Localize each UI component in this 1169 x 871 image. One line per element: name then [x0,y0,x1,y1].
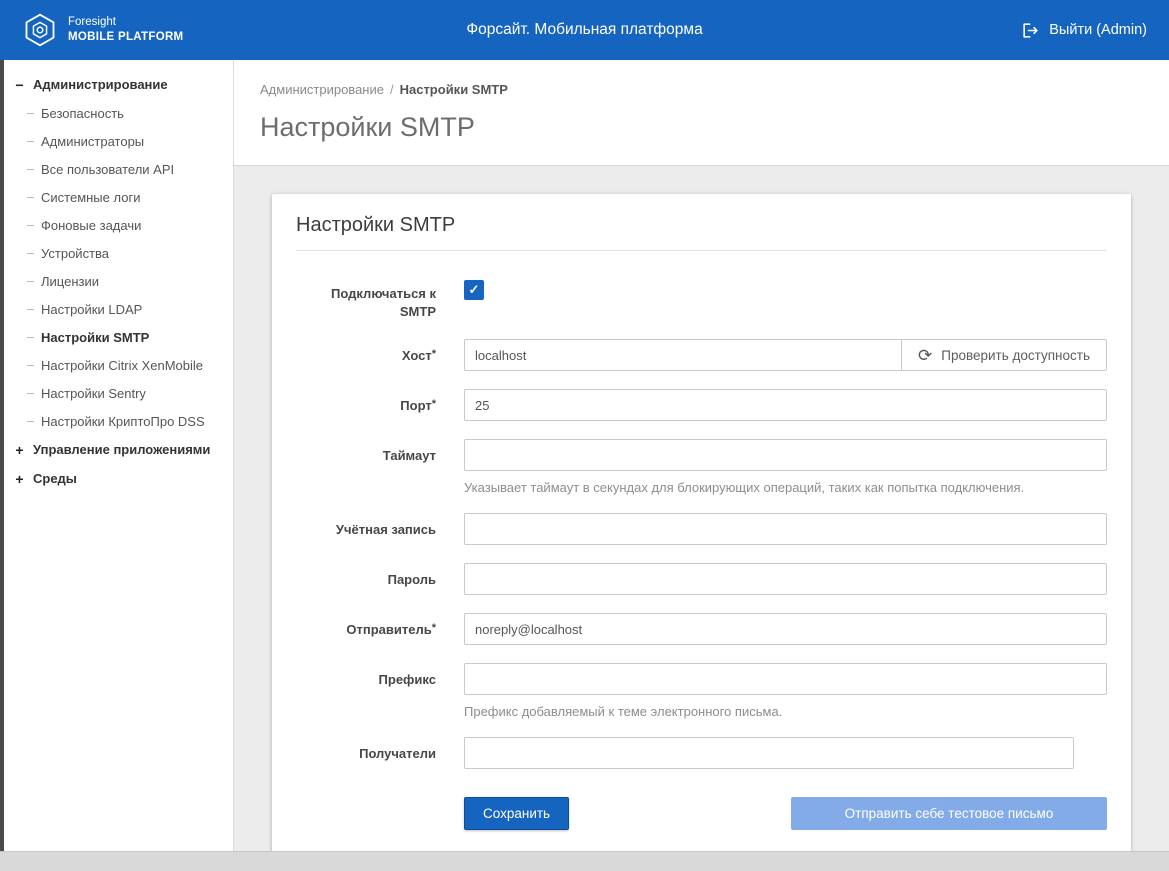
expand-icon[interactable]: + [14,472,25,486]
prefix-label: Префикс [296,663,436,719]
sidebar-item-devices[interactable]: Устройства [6,239,233,267]
recipients-label: Получатели [296,737,436,769]
sender-label: Отправитель* [296,613,436,645]
timeout-help-text: Указывает таймаут в секундах для блокиру… [464,480,1107,495]
host-label: Хост* [296,339,436,371]
sidebar-item-background-tasks[interactable]: Фоновые задачи [6,211,233,239]
sidebar-section-label: Управление приложениями [33,442,210,457]
account-input[interactable] [464,513,1107,545]
tree-dash-icon [27,421,34,422]
vertical-scrollbar[interactable] [0,60,4,851]
check-availability-button[interactable]: ⟳ Проверить доступность [901,339,1107,371]
smtp-settings-card: Настройки SMTP Подключаться к SMTP ✓ [272,194,1131,851]
sidebar-item-sentry-settings[interactable]: Настройки Sentry [6,379,233,407]
tree-dash-icon [27,113,34,114]
timeout-label: Таймаут [296,439,436,495]
form-actions: Сохранить Отправить себе тестовое письмо [464,797,1107,830]
prefix-input[interactable] [464,663,1107,695]
send-test-email-button[interactable]: Отправить себе тестовое письмо [791,797,1107,830]
required-mark: * [432,348,436,360]
sidebar-section-app-management[interactable]: + Управление приложениями [6,435,233,464]
sidebar-section-environments[interactable]: + Среды [6,464,233,493]
check-availability-label: Проверить доступность [941,348,1090,363]
form-row-host: Хост* ⟳ Проверить доступность [296,339,1107,371]
breadcrumb-separator: / [390,82,394,97]
app-header: Foresight MOBILE PLATFORM Форсайт. Мобил… [0,0,1169,60]
sidebar-item-system-logs[interactable]: Системные логи [6,183,233,211]
port-label: Порт* [296,389,436,421]
connect-smtp-checkbox[interactable]: ✓ [464,280,484,300]
sidebar-item-api-users[interactable]: Все пользователи API [6,155,233,183]
refresh-icon: ⟳ [918,347,932,364]
logo-title: Foresight [68,15,183,30]
password-label: Пароль [296,563,436,595]
collapse-icon[interactable]: − [14,78,25,92]
prefix-help-text: Префикс добавляемый к теме электронного … [464,704,1107,719]
port-input[interactable] [464,389,1107,421]
page-title: Настройки SMTP [260,112,1143,143]
sidebar-item-cryptopro-dss-settings[interactable]: Настройки КриптоПро DSS [6,407,233,435]
logo-subtitle: MOBILE PLATFORM [68,30,183,45]
logo-text: Foresight MOBILE PLATFORM [68,15,183,45]
password-input[interactable] [464,563,1107,595]
sidebar-section-label: Администрирование [33,77,168,92]
tree-dash-icon [27,169,34,170]
tree-dash-icon [27,337,34,338]
account-label: Учётная запись [296,513,436,545]
sidebar-item-licenses[interactable]: Лицензии [6,267,233,295]
tree-dash-icon [27,393,34,394]
sidebar-item-administrators[interactable]: Администраторы [6,127,233,155]
sidebar: − Администрирование Безопасность Админис… [0,60,234,851]
form-row-prefix: Префикс Префикс добавляемый к теме элект… [296,663,1107,719]
connect-smtp-label: Подключаться к SMTP [296,277,436,321]
recipients-input[interactable] [464,737,1074,769]
sender-input[interactable] [464,613,1107,645]
breadcrumb-current: Настройки SMTP [400,82,508,97]
horizontal-scrollbar[interactable] [0,851,1169,871]
form-row-password: Пароль [296,563,1107,595]
timeout-input[interactable] [464,439,1107,471]
page-header: Администрирование / Настройки SMTP Настрой… [234,60,1169,166]
save-button[interactable]: Сохранить [464,797,569,830]
tree-dash-icon [27,225,34,226]
form-row-port: Порт* [296,389,1107,421]
breadcrumb-parent[interactable]: Администрирование [260,82,384,97]
tree-dash-icon [27,197,34,198]
tree-dash-icon [27,281,34,282]
tree-dash-icon [27,253,34,254]
sidebar-item-citrix-xenmobile-settings[interactable]: Настройки Citrix XenMobile [6,351,233,379]
form-row-timeout: Таймаут Указывает таймаут в секундах для… [296,439,1107,495]
form-row-account: Учётная запись [296,513,1107,545]
tree-dash-icon [27,365,34,366]
checkmark-icon: ✓ [469,282,480,298]
sidebar-section-label: Среды [33,471,77,486]
sidebar-item-security[interactable]: Безопасность [6,99,233,127]
main-area: Администрирование / Настройки SMTP Настрой… [234,60,1169,851]
sidebar-section-administration[interactable]: − Администрирование [6,70,233,99]
sidebar-item-smtp-settings[interactable]: Настройки SMTP [6,323,233,351]
logout-button[interactable]: Выйти (Admin) [1021,21,1147,40]
breadcrumb: Администрирование / Настройки SMTP [260,82,1143,97]
card-title: Настройки SMTP [296,214,1107,251]
content-area: Настройки SMTP Подключаться к SMTP ✓ [234,166,1169,851]
tree-dash-icon [27,309,34,310]
required-mark: * [432,622,436,634]
logout-icon [1021,21,1040,40]
host-input[interactable] [464,339,902,371]
expand-icon[interactable]: + [14,443,25,457]
form-row-connect-smtp: Подключаться к SMTP ✓ [296,277,1107,321]
required-mark: * [432,398,436,410]
logout-label: Выйти (Admin) [1049,22,1147,38]
app-logo: Foresight MOBILE PLATFORM [22,12,183,48]
sidebar-item-ldap-settings[interactable]: Настройки LDAP [6,295,233,323]
form-row-recipients: Получатели [296,737,1107,769]
form-row-sender: Отправитель* [296,613,1107,645]
tree-dash-icon [27,141,34,142]
logo-hexagon-gear-icon [22,12,58,48]
